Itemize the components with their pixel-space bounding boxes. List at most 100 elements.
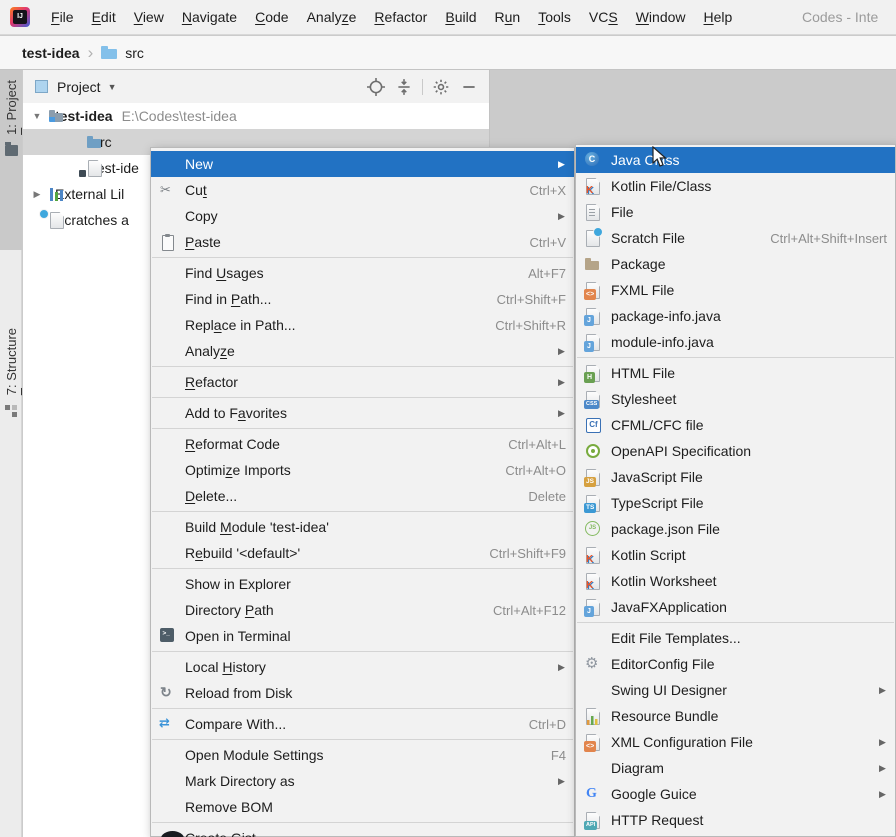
menu-item-label: JavaFXApplication [611, 599, 727, 615]
menu-item-openapi-specification[interactable]: OpenAPI Specification [576, 438, 895, 464]
menu-item-create-gist[interactable]: Create Gist [151, 825, 574, 837]
menubar-view[interactable]: View [125, 9, 173, 25]
html-icon [584, 364, 602, 382]
menubar-refactor[interactable]: Refactor [365, 9, 436, 25]
javafx-icon [584, 598, 602, 616]
menu-item-file[interactable]: File [576, 199, 895, 225]
menu-item-copy[interactable]: Copy▶ [151, 203, 574, 229]
menu-item-label: Reload from Disk [185, 685, 292, 701]
menubar-analyze[interactable]: Analyze [298, 9, 366, 25]
menu-item-build-module-test-idea[interactable]: Build Module 'test-idea' [151, 514, 574, 540]
menu-item-label: package-info.java [611, 308, 721, 324]
menu-item-rebuild-default[interactable]: Rebuild '<default>'Ctrl+Shift+F9 [151, 540, 574, 566]
menu-item-label: Rebuild '<default>' [185, 545, 300, 561]
tool-window-strip: 1: Project 7: Structure [0, 70, 22, 837]
menu-item-show-in-explorer[interactable]: Show in Explorer [151, 571, 574, 597]
menu-item-kotlin-worksheet[interactable]: Kotlin Worksheet [576, 568, 895, 594]
tool-button-project[interactable]: 1: Project [0, 70, 22, 250]
menu-item-open-module-settings[interactable]: Open Module SettingsF4 [151, 742, 574, 768]
breadcrumb-project[interactable]: test-idea [22, 45, 80, 61]
menu-item-optimize-imports[interactable]: Optimize ImportsCtrl+Alt+O [151, 457, 574, 483]
menu-item-analyze[interactable]: Analyze▶ [151, 338, 574, 364]
menubar-file[interactable]: File [42, 9, 83, 25]
refresh-icon [159, 684, 185, 702]
menu-item-local-history[interactable]: Local History▶ [151, 654, 574, 680]
menu-item-http-request[interactable]: HTTP Request [576, 807, 895, 833]
menubar-edit[interactable]: Edit [83, 9, 125, 25]
menu-item-add-to-favorites[interactable]: Add to Favorites▶ [151, 400, 574, 426]
tree-row-test-idea[interactable]: ▼test-ideaE:\Codes\test-idea [23, 103, 489, 129]
menu-item-cut[interactable]: CutCtrl+X [151, 177, 574, 203]
menu-item-delete[interactable]: Delete...Delete [151, 483, 574, 509]
menu-item-label: Edit File Templates... [611, 630, 741, 646]
gear-icon[interactable] [432, 78, 450, 96]
menu-item-reformat-code[interactable]: Reformat CodeCtrl+Alt+L [151, 431, 574, 457]
project-panel-title[interactable]: Project [57, 79, 101, 95]
menu-item-shortcut: Ctrl+Alt+F12 [493, 603, 566, 618]
menubar-tools[interactable]: Tools [529, 9, 580, 25]
menu-item-javascript-file[interactable]: JavaScript File [576, 464, 895, 490]
menu-item-xml-configuration-file[interactable]: XML Configuration File▶ [576, 729, 895, 755]
submenu-arrow-icon: ▶ [879, 763, 887, 774]
menu-item-swing-ui-designer[interactable]: Swing UI Designer▶ [576, 677, 895, 703]
menu-item-package-json-file[interactable]: package.json File [576, 516, 895, 542]
submenu-arrow-icon: ▶ [558, 776, 566, 787]
menu-item-package-info-java[interactable]: package-info.java [576, 303, 895, 329]
menu-item-kotlin-file-class[interactable]: Kotlin File/Class [576, 173, 895, 199]
menu-separator [152, 822, 573, 823]
fxml-icon [584, 281, 602, 299]
menu-item-cfml-cfc-file[interactable]: CFML/CFC file [576, 412, 895, 438]
hide-panel-icon[interactable] [460, 78, 478, 96]
menu-item-new[interactable]: New▶ [151, 151, 574, 177]
breadcrumb-folder[interactable]: src [125, 45, 144, 61]
menu-item-resource-bundle[interactable]: Resource Bundle [576, 703, 895, 729]
menu-item-find-usages[interactable]: Find UsagesAlt+F7 [151, 260, 574, 286]
menu-item-label: Kotlin Worksheet [611, 573, 717, 589]
menu-item-mark-directory-as[interactable]: Mark Directory as▶ [151, 768, 574, 794]
menu-item-find-in-path[interactable]: Find in Path...Ctrl+Shift+F [151, 286, 574, 312]
menu-item-java-class[interactable]: Java Class [576, 147, 895, 173]
editorconfig-icon [584, 655, 602, 673]
menu-item-replace-in-path[interactable]: Replace in Path...Ctrl+Shift+R [151, 312, 574, 338]
chevron-collapsed-icon[interactable]: ▶ [31, 189, 43, 200]
chevron-expanded-icon[interactable]: ▼ [31, 111, 43, 121]
menu-item-reload-from-disk[interactable]: Reload from Disk [151, 680, 574, 706]
chevron-down-icon[interactable]: ▼ [108, 82, 117, 92]
collapse-all-icon[interactable] [395, 78, 413, 96]
menubar-window[interactable]: Window [627, 9, 695, 25]
submenu-arrow-icon: ▶ [558, 377, 566, 388]
tool-button-structure[interactable]: 7: Structure [0, 328, 22, 417]
menu-item-scratch-file[interactable]: Scratch FileCtrl+Alt+Shift+Insert [576, 225, 895, 251]
menu-item-open-in-terminal[interactable]: Open in Terminal [151, 623, 574, 649]
menu-item-label: Package [611, 256, 665, 272]
menu-item-edit-file-templates[interactable]: Edit File Templates... [576, 625, 895, 651]
menubar-run[interactable]: Run [486, 9, 530, 25]
menu-item-diagram[interactable]: Diagram▶ [576, 755, 895, 781]
menu-item-remove-bom[interactable]: Remove BOM [151, 794, 574, 820]
menu-item-package[interactable]: Package [576, 251, 895, 277]
menu-item-kotlin-script[interactable]: Kotlin Script [576, 542, 895, 568]
menubar-navigate[interactable]: Navigate [173, 9, 246, 25]
menu-item-refactor[interactable]: Refactor▶ [151, 369, 574, 395]
menu-item-typescript-file[interactable]: TypeScript File [576, 490, 895, 516]
menubar-vcs[interactable]: VCS [580, 9, 627, 25]
menu-item-compare-with[interactable]: Compare With...Ctrl+D [151, 711, 574, 737]
menu-item-label: Cut [185, 182, 207, 198]
menu-item-module-info-java[interactable]: module-info.java [576, 329, 895, 355]
icon-placeholder [159, 290, 185, 308]
locate-file-icon[interactable] [367, 78, 385, 96]
menu-item-paste[interactable]: PasteCtrl+V [151, 229, 574, 255]
menubar-help[interactable]: Help [695, 9, 742, 25]
menu-item-fxml-file[interactable]: FXML File [576, 277, 895, 303]
java-class-icon [584, 151, 602, 169]
chevron-right-icon: › [88, 43, 94, 63]
menu-item-google-guice[interactable]: Google Guice▶ [576, 781, 895, 807]
menu-item-label: Local History [185, 659, 266, 675]
menu-item-stylesheet[interactable]: Stylesheet [576, 386, 895, 412]
menubar-code[interactable]: Code [246, 9, 297, 25]
menubar-build[interactable]: Build [436, 9, 485, 25]
menu-item-html-file[interactable]: HTML File [576, 360, 895, 386]
menu-item-editorconfig-file[interactable]: EditorConfig File [576, 651, 895, 677]
menu-item-javafxapplication[interactable]: JavaFXApplication [576, 594, 895, 620]
menu-item-directory-path[interactable]: Directory PathCtrl+Alt+F12 [151, 597, 574, 623]
